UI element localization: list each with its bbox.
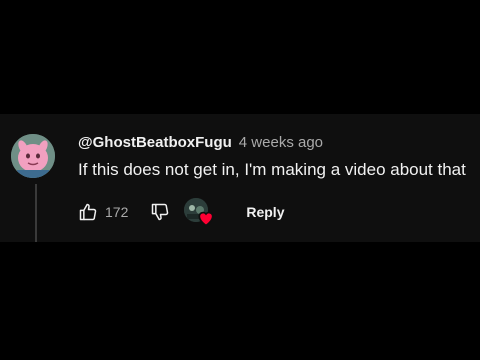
reply-button[interactable]: Reply (246, 200, 284, 224)
comment-header: @GhostBeatboxFugu 4 weeks ago (78, 134, 323, 156)
avatar-image (11, 134, 55, 178)
heart-icon (196, 208, 216, 228)
like-count: 172 (105, 204, 129, 220)
comment-text: If this does not get in, I'm making a vi… (78, 160, 466, 179)
comment-thread: @GhostBeatboxFugu 4 weeks ago If this do… (0, 114, 480, 242)
comment-actions: 172 Reply (76, 198, 284, 228)
creator-heart[interactable] (184, 198, 218, 228)
comment-timestamp[interactable]: 4 weeks ago (239, 134, 323, 151)
thumbs-up-icon[interactable] (76, 200, 100, 224)
thread-line (35, 184, 37, 242)
thumbs-down-icon[interactable] (148, 200, 172, 224)
comment-author[interactable]: @GhostBeatboxFugu (78, 134, 232, 151)
avatar[interactable] (11, 134, 55, 178)
